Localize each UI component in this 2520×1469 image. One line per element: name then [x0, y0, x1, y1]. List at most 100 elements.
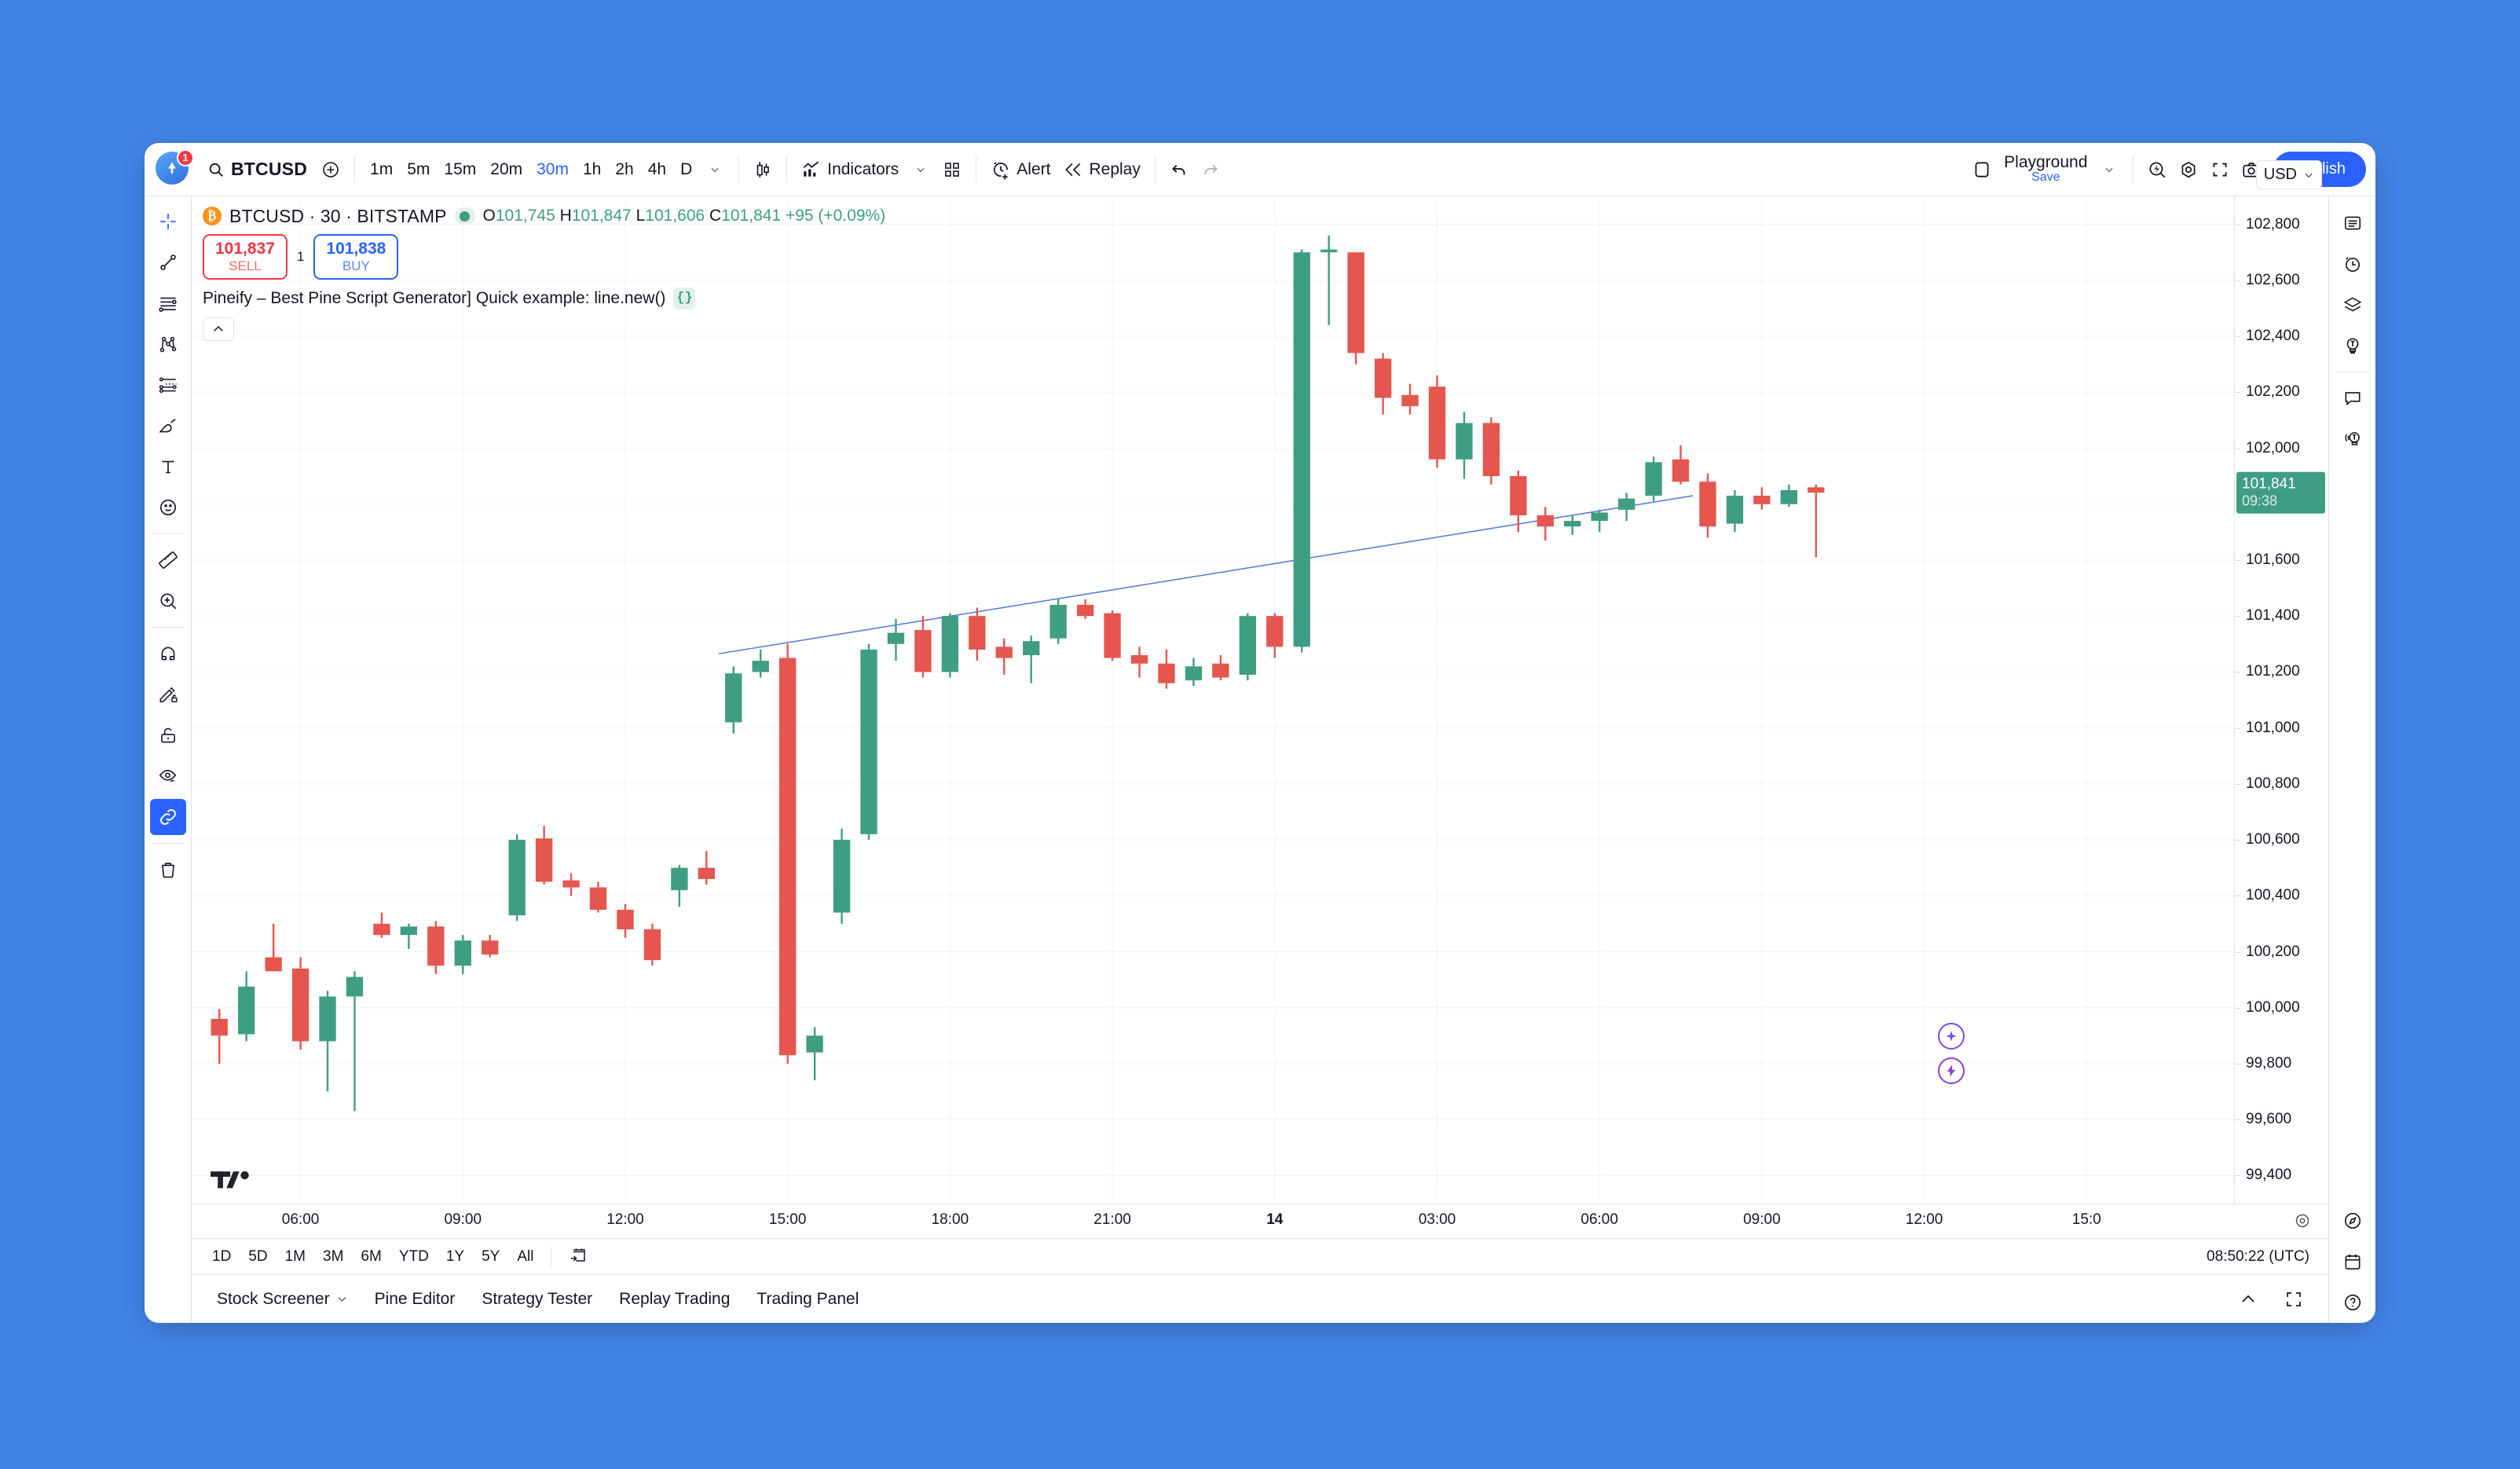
buy-button[interactable]: 101,838 BUY — [313, 234, 399, 280]
price-axis-tick — [2235, 727, 2240, 729]
price-axis-label: 102,800 — [2246, 215, 2300, 233]
range-1Y[interactable]: 1Y — [438, 1244, 472, 1269]
time-axis-label: 06:00 — [281, 1211, 320, 1228]
quick-search-button[interactable] — [2141, 154, 2173, 185]
ai-sparkle-button[interactable] — [1938, 1023, 1965, 1050]
chart-plot[interactable]: ₿ BTCUSD · 30 · BITSTAMP O101,745 H101,8… — [192, 196, 2234, 1203]
calendar-button[interactable] — [2335, 1244, 2371, 1280]
ai-bolt-button[interactable] — [1938, 1057, 1965, 1084]
bottom-panel-maximize-button[interactable] — [2273, 1283, 2314, 1316]
lock-drawings-tool[interactable] — [150, 717, 186, 753]
add-symbol-button[interactable] — [315, 154, 346, 185]
chart-type-button[interactable] — [747, 154, 778, 185]
sync-drawings-tool[interactable] — [149, 799, 186, 835]
drawing-mode-tool[interactable] — [150, 676, 186, 713]
tab-pine-editor[interactable]: Pine Editor — [364, 1283, 467, 1316]
undo-button[interactable] — [1163, 154, 1195, 185]
timeframe-4h[interactable]: 4h — [641, 155, 673, 185]
tab-strategy-tester[interactable]: Strategy Tester — [471, 1283, 603, 1316]
layout-dropdown[interactable] — [2093, 154, 2125, 185]
hide-drawings-tool[interactable] — [150, 758, 186, 794]
emoji-tool[interactable] — [150, 489, 186, 526]
zoom-in-tool[interactable] — [150, 583, 186, 619]
range-5D[interactable]: 5D — [240, 1244, 275, 1269]
range-5Y[interactable]: 5Y — [474, 1244, 507, 1269]
settings-button[interactable] — [2173, 154, 2204, 185]
market-status-dot[interactable] — [454, 207, 475, 225]
link-icon — [159, 809, 176, 825]
timeframe-1m[interactable]: 1m — [363, 155, 400, 185]
range-YTD[interactable]: YTD — [391, 1244, 437, 1269]
fullscreen-button[interactable] — [2204, 154, 2236, 185]
source-code-icon[interactable]: {} — [673, 287, 696, 310]
layout-save-link[interactable]: Save — [2031, 170, 2060, 185]
trend-line-tool[interactable] — [150, 244, 186, 280]
cross-cursor-tool[interactable] — [150, 203, 186, 240]
redo-button[interactable] — [1195, 154, 1226, 185]
currency-selector[interactable]: USD — [2255, 160, 2322, 189]
sell-button[interactable]: 101,837 SELL — [203, 234, 288, 280]
timeframe-30m[interactable]: 30m — [529, 155, 576, 185]
alerts-panel-button[interactable] — [2335, 246, 2371, 282]
price-axis[interactable]: USD 102,800 102,600 102,400 102,200 102,000 1… — [2234, 160, 2328, 1203]
timeframe-20m[interactable]: 20m — [483, 155, 529, 185]
chat-icon — [2345, 392, 2360, 406]
range-1M[interactable]: 1M — [277, 1244, 313, 1269]
range-1D[interactable]: 1D — [204, 1244, 239, 1269]
symbol-search[interactable]: BTCUSD — [200, 156, 315, 183]
layout-button[interactable] — [1966, 154, 1998, 185]
chevron-down-icon — [338, 1297, 346, 1302]
time-axis[interactable]: 06:00 09:00 12:00 15:00 18:00 21:00 14 03:00 06:… — [192, 1203, 2328, 1238]
pitchfork-tool[interactable] — [150, 326, 186, 362]
range-All[interactable]: All — [509, 1244, 541, 1269]
fib-retracement-tool[interactable] — [150, 367, 186, 403]
text-tool[interactable] — [150, 449, 186, 485]
legend-symbol-title[interactable]: BTCUSD · 30 · BITSTAMP — [229, 206, 447, 227]
range-3M[interactable]: 3M — [315, 1244, 351, 1269]
timeframe-2h[interactable]: 2h — [608, 155, 640, 185]
horizontal-lines-tool[interactable] — [150, 285, 186, 321]
help-button[interactable] — [2335, 1284, 2371, 1321]
emoji-icon — [159, 499, 176, 516]
timeframe-15m[interactable]: 15m — [437, 155, 483, 185]
script-title[interactable]: Pineify – Best Pine Script Generator] Qu… — [203, 289, 665, 308]
app-logo[interactable]: 1 — [156, 148, 194, 188]
indicators-dropdown[interactable] — [905, 154, 936, 185]
tab-replay-trading[interactable]: Replay Trading — [608, 1283, 741, 1316]
watchlist-panel-button[interactable] — [2335, 205, 2371, 241]
remove-drawings-tool[interactable] — [150, 852, 186, 888]
chat-panel-button[interactable] — [2335, 380, 2371, 416]
replay-button[interactable]: Replay — [1057, 154, 1146, 185]
order-quantity[interactable]: 1 — [297, 249, 304, 265]
chevron-up-icon — [2242, 1295, 2254, 1302]
templates-button[interactable] — [936, 154, 968, 185]
bottom-panel-collapse-button[interactable] — [2228, 1283, 2269, 1316]
ideas-stream-button[interactable] — [2335, 421, 2371, 457]
brush-tool[interactable] — [150, 408, 186, 444]
timeframe-dropdown[interactable] — [699, 154, 731, 185]
legend-collapse-button[interactable] — [203, 317, 234, 341]
timeframe-1h[interactable]: 1h — [576, 155, 608, 185]
tab-trading-panel[interactable]: Trading Panel — [745, 1283, 870, 1316]
alert-button[interactable]: Alert — [984, 154, 1057, 185]
price-axis-label: 100,200 — [2246, 943, 2300, 960]
tab-stock-screener[interactable]: Stock Screener — [206, 1283, 359, 1316]
time-axis-settings-button[interactable] — [2294, 1212, 2311, 1233]
timeframe-5m[interactable]: 5m — [400, 155, 437, 185]
magnet-tool[interactable] — [150, 636, 186, 672]
replay-label: Replay — [1089, 159, 1141, 178]
price-axis-tick — [2235, 1007, 2240, 1009]
time-axis-label: 15:00 — [768, 1211, 807, 1228]
hotlists-button[interactable] — [2335, 328, 2371, 364]
go-to-date-button[interactable] — [561, 1241, 595, 1273]
measure-tool[interactable] — [150, 542, 186, 578]
range-6M[interactable]: 6M — [353, 1244, 389, 1269]
price-axis-label: 100,600 — [2246, 831, 2300, 848]
layout-name-button[interactable]: Playground Save — [1998, 152, 2093, 186]
go-to-date-icon — [571, 1248, 586, 1262]
timeframe-D[interactable]: D — [673, 155, 699, 185]
data-window-button[interactable] — [2335, 287, 2371, 323]
text-icon — [161, 460, 174, 474]
indicators-button[interactable]: Indicators — [795, 154, 905, 185]
compass-button[interactable] — [2335, 1203, 2371, 1239]
